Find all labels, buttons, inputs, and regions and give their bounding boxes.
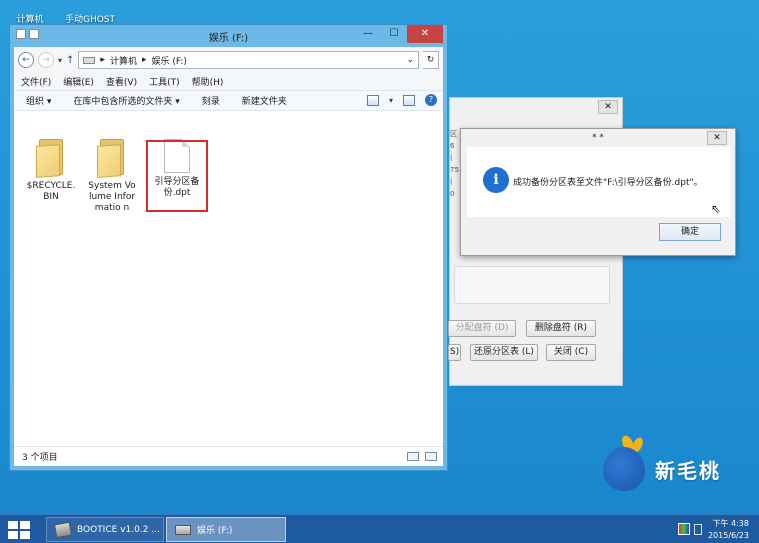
- arrow-left-icon: ←: [22, 55, 30, 65]
- taskbar-item-bootice[interactable]: BOOTICE v1.0.2 ...: [46, 517, 164, 542]
- desktop: 计算机 手动GHOST ✕ 区 6 ( 75 ( 0 分配盘符 (D) 删除盘符…: [0, 0, 759, 543]
- status-view-toggles: [407, 452, 437, 461]
- minimize-icon: —: [363, 28, 373, 39]
- desktop-icon-manual-ghost[interactable]: 手动GHOST: [60, 0, 120, 25]
- refresh-icon: ↻: [426, 55, 435, 65]
- breadcrumb-separator-icon: ▸: [141, 55, 147, 65]
- forward-button[interactable]: →: [38, 52, 54, 68]
- new-folder-button[interactable]: 新建文件夹: [242, 94, 287, 107]
- bootice-titlebar: ✕: [450, 98, 622, 116]
- brand-logo: 新毛桃: [603, 433, 753, 495]
- delete-letter-button[interactable]: 删除盘符 (R): [526, 320, 596, 337]
- taskbar-item-explorer[interactable]: 娱乐 (F:): [166, 517, 286, 542]
- dialog-body: i 成功备份分区表至文件"F:\引导分区备份.dpt"。 ⇖: [467, 147, 731, 217]
- command-bar: 组织 ▾ 在库中包含所选的文件夹 ▾ 刻录 新建文件夹 ▾ ?: [14, 91, 443, 111]
- desktop-icon-computer[interactable]: 计算机: [4, 0, 56, 25]
- menu-view[interactable]: 查看(V): [106, 75, 137, 88]
- windows-logo-icon: [8, 521, 18, 529]
- explorer-content: ← → ▾ ↑ ▸ 计算机 ▸ 娱乐 (F:) ⌄ ↻ 文件(F) 编辑(E) …: [14, 47, 443, 466]
- bootice-close-button[interactable]: ✕: [598, 100, 618, 114]
- explorer-window: 娱乐 (F:) — ☐ ✕ ← → ▾ ↑ ▸ 计算机 ▸ 娱乐 (F:) ⌄ …: [9, 24, 448, 471]
- menu-edit[interactable]: 编辑(E): [63, 75, 94, 88]
- refresh-button[interactable]: ↻: [423, 51, 439, 69]
- menu-help[interactable]: 帮助(H): [192, 75, 224, 88]
- explorer-titlebar: 娱乐 (F:) — ☐ ✕: [10, 25, 447, 47]
- bootice-close-dialog-button[interactable]: 关闭 (C): [546, 344, 596, 361]
- arrow-right-icon: →: [42, 55, 50, 65]
- address-dropdown-chevron-icon[interactable]: ⌄: [406, 55, 414, 65]
- change-view-icon[interactable]: [366, 94, 379, 106]
- back-button[interactable]: ←: [18, 52, 34, 68]
- display-tray-icon[interactable]: [678, 523, 690, 535]
- breadcrumb-separator-icon: ▸: [100, 55, 105, 65]
- logo-peach-icon: [603, 447, 645, 491]
- highlight-box: [146, 140, 208, 212]
- bootice-s-button[interactable]: S): [448, 344, 461, 361]
- info-icon: i: [483, 167, 509, 193]
- assign-letter-button[interactable]: 分配盘符 (D): [448, 320, 516, 337]
- address-bar[interactable]: ▸ 计算机 ▸ 娱乐 (F:) ⌄: [78, 51, 419, 69]
- organize-button[interactable]: 组织 ▾: [26, 94, 51, 107]
- minimize-button[interactable]: —: [355, 25, 381, 43]
- clock-time: 下午 4:38: [712, 519, 749, 528]
- drive-icon: [83, 56, 96, 64]
- message-dialog: * * ✕ i 成功备份分区表至文件"F:\引导分区备份.dpt"。 ⇖ 确定: [460, 128, 736, 256]
- view-options-chevron-icon[interactable]: ▾: [389, 96, 393, 105]
- dialog-close-button[interactable]: ✕: [707, 131, 727, 145]
- clock[interactable]: 下午 4:38 2015/6/23: [708, 518, 749, 542]
- taskbar-item-label: 娱乐 (F:): [197, 526, 233, 536]
- restore-partition-table-button[interactable]: 还原分区表 (L): [470, 344, 538, 361]
- details-view-icon[interactable]: [407, 452, 419, 461]
- drive-icon: [175, 524, 191, 535]
- close-button[interactable]: ✕: [407, 25, 443, 43]
- ok-button[interactable]: 确定: [659, 223, 721, 241]
- preview-pane-icon[interactable]: [403, 94, 415, 106]
- burn-button[interactable]: 刻录: [202, 94, 220, 107]
- menu-file[interactable]: 文件(F): [21, 75, 51, 88]
- recent-locations-chevron-icon[interactable]: ▾: [58, 56, 62, 65]
- large-icons-view-icon[interactable]: [425, 452, 437, 461]
- breadcrumb-computer[interactable]: 计算机: [110, 54, 137, 67]
- item-count: 3 个项目: [22, 453, 58, 463]
- include-in-library-button[interactable]: 在库中包含所选的文件夹 ▾: [73, 94, 179, 107]
- status-bar: 3 个项目: [14, 446, 443, 466]
- file-list: $RECYCLE. BIN System Volume Informatio n…: [14, 131, 443, 446]
- start-button[interactable]: [8, 521, 30, 539]
- maximize-icon: ☐: [389, 28, 399, 39]
- close-icon: ✕: [604, 102, 612, 112]
- computer-icon: [4, 0, 56, 12]
- logo-text: 新毛桃: [655, 459, 721, 483]
- view-controls: ▾ ?: [366, 94, 437, 106]
- bootice-partition-list-fragment: 区 6 ( 75 ( 0: [450, 130, 459, 198]
- taskbar: BOOTICE v1.0.2 ... 娱乐 (F:) 下午 4:38 2015/…: [0, 514, 759, 543]
- folder-icon: [97, 139, 127, 178]
- maximize-button[interactable]: ☐: [381, 25, 407, 43]
- menu-tools[interactable]: 工具(T): [149, 75, 180, 88]
- close-icon: ✕: [420, 28, 430, 39]
- breadcrumb-drive[interactable]: 娱乐 (F:): [151, 54, 186, 67]
- file-item-system-volume-information[interactable]: System Volume Informatio n: [82, 139, 142, 214]
- close-icon: ✕: [713, 133, 721, 143]
- dialog-title: * *: [592, 133, 604, 143]
- file-name: System Volume Informatio n: [88, 181, 136, 213]
- taskbar-item-label: BOOTICE v1.0.2 ...: [77, 524, 160, 535]
- folder-icon: [36, 139, 66, 178]
- ghost-icon: [60, 0, 120, 12]
- dialog-message: 成功备份分区表至文件"F:\引导分区备份.dpt"。: [513, 178, 703, 188]
- mouse-cursor-icon: ⇖: [711, 202, 722, 216]
- up-button[interactable]: ↑: [66, 55, 74, 66]
- file-name: $RECYCLE. BIN: [26, 181, 76, 202]
- file-item-recycle-bin[interactable]: $RECYCLE. BIN: [20, 139, 82, 203]
- bootice-app-icon: [53, 521, 73, 538]
- bootice-info-group: [454, 266, 610, 304]
- clock-date: 2015/6/23: [707, 531, 749, 540]
- menu-bar: 文件(F) 编辑(E) 查看(V) 工具(T) 帮助(H): [14, 73, 443, 91]
- help-icon[interactable]: ?: [425, 94, 437, 106]
- battery-tray-icon[interactable]: [694, 524, 702, 535]
- navigation-bar: ← → ▾ ↑ ▸ 计算机 ▸ 娱乐 (F:) ⌄ ↻: [14, 47, 443, 73]
